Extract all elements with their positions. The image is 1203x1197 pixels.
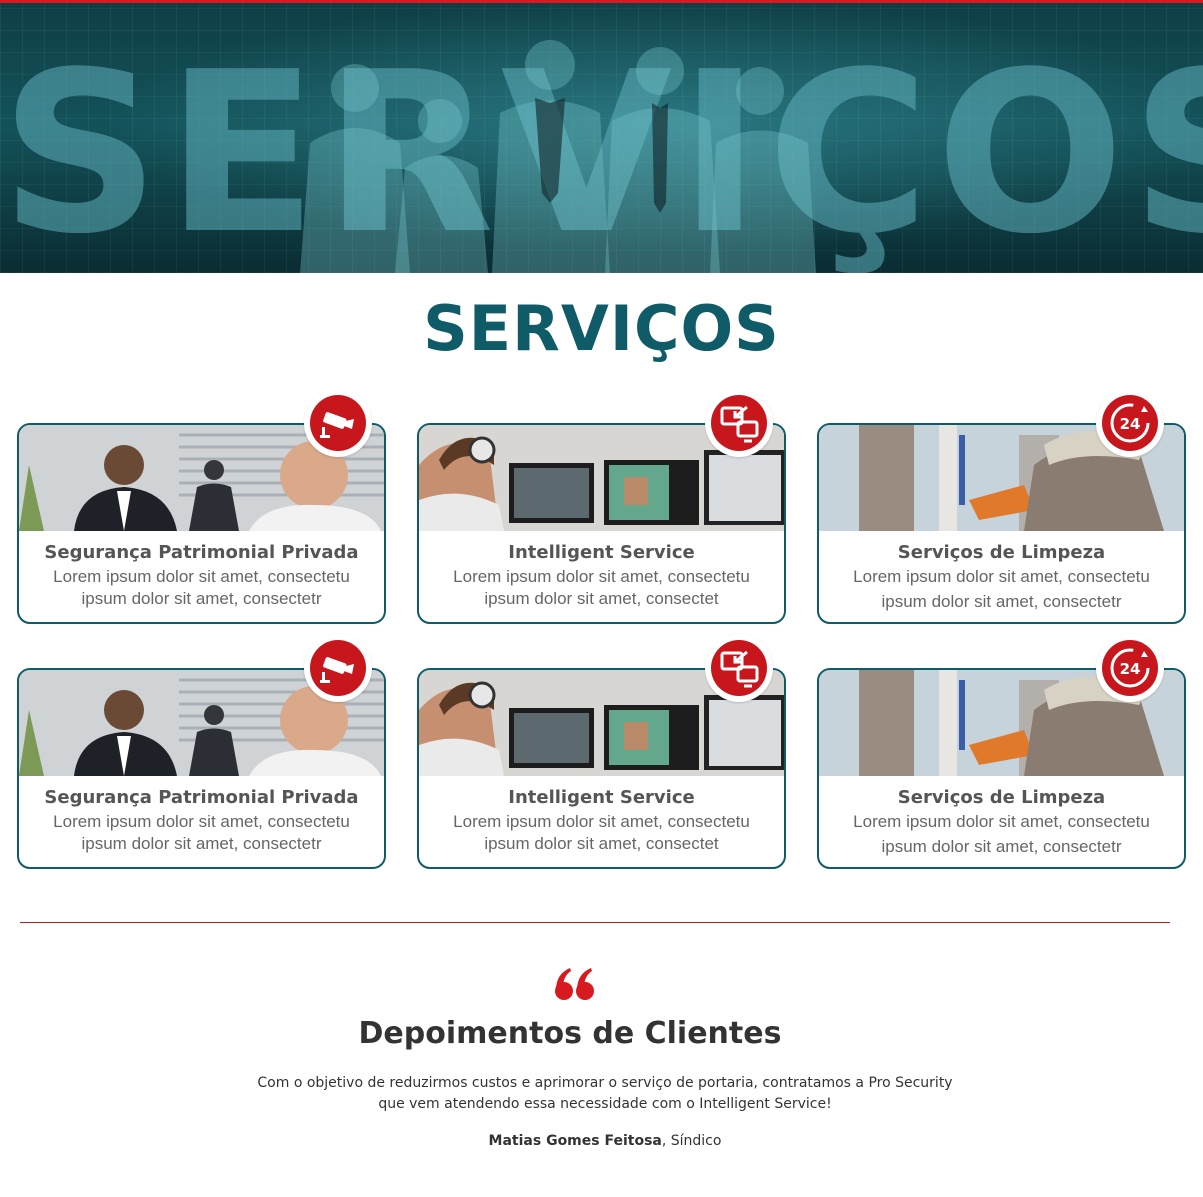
card-description-line: ipsum dolor sit amet, consectet [484,834,719,853]
card-title: Serviços de Limpeza [897,787,1106,808]
card-description-line: Lorem ipsum dolor sit amet, consectetu [53,567,350,586]
card-title: Intelligent Service [508,787,695,808]
cctv-camera-icon [304,634,372,702]
quote-icon [555,968,594,1000]
card-description-line: ipsum dolor sit amet, consectetr [881,592,1122,611]
card-description: Lorem ipsum dolor sit amet, consectetu i… [433,811,770,855]
card-title: Segurança Patrimonial Privada [44,787,359,808]
author-role: , Síndico [661,1133,722,1149]
clock-24h-icon: 24 [1096,389,1164,457]
hero-banner: SERVIÇOS [0,0,1203,273]
card-description: Lorem ipsum dolor sit amet, consectetu i… [33,811,370,855]
card-description-line: Lorem ipsum dolor sit amet, consectetu [453,812,750,831]
testimonials-title: Depoimentos de Clientes [358,1016,782,1051]
card-description-line: Lorem ipsum dolor sit amet, consectetu [853,812,1150,831]
card-title: Intelligent Service [508,542,695,563]
author-name: Matias Gomes Feitosa [488,1133,662,1149]
remote-monitor-icon [705,389,773,457]
testimonial-author: Matias Gomes Feitosa, Síndico [0,1133,1203,1149]
remote-monitor-icon [705,634,773,702]
clock-24h-icon: 24 [1096,634,1164,702]
hero-staff-silhouettes [300,40,816,273]
badge-24-label: 24 [1120,660,1141,678]
section-title: SERVIÇOS [423,292,780,365]
section-divider [20,922,1170,923]
card-description-line: Lorem ipsum dolor sit amet, consectetu [453,567,750,586]
card-description-line: Lorem ipsum dolor sit amet, consectetu [853,567,1150,586]
cctv-camera-icon [304,389,372,457]
testimonial-quote: Com o objetivo de reduzirmos custos e ap… [257,1075,953,1112]
card-description: Lorem ipsum dolor sit amet, consectetu i… [833,811,1170,858]
card-title: Serviços de Limpeza [897,542,1106,563]
card-title: Segurança Patrimonial Privada [44,542,359,563]
card-description-line: ipsum dolor sit amet, consectetr [81,589,322,608]
card-description: Lorem ipsum dolor sit amet, consectetu i… [433,566,770,610]
card-description-line: ipsum dolor sit amet, consectetr [881,837,1122,856]
card-description-line: ipsum dolor sit amet, consectet [484,589,719,608]
badge-24-label: 24 [1120,415,1141,433]
card-description: Lorem ipsum dolor sit amet, consectetu i… [33,566,370,610]
card-description-line: ipsum dolor sit amet, consectetr [81,834,322,853]
card-description-line: Lorem ipsum dolor sit amet, consectetu [53,812,350,831]
card-description: Lorem ipsum dolor sit amet, consectetu i… [833,566,1170,613]
